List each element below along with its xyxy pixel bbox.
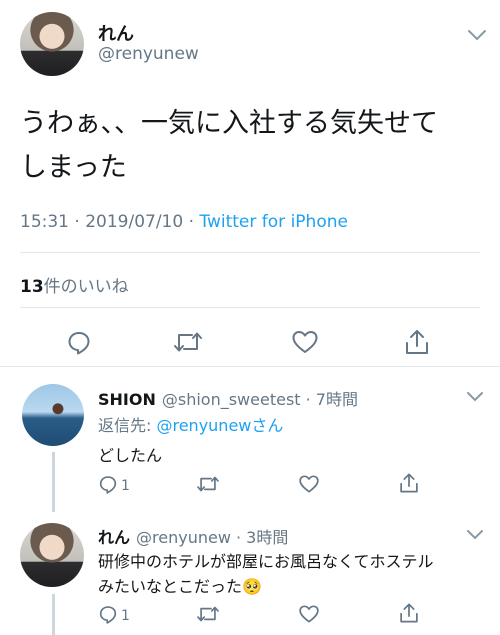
share-button[interactable] (402, 327, 432, 357)
reply-to-handle[interactable]: @renyunew (156, 416, 251, 435)
tweet-text-line: しまった (20, 152, 127, 183)
reply-text-line: みたいなとこだった🥺 (98, 577, 262, 596)
reply-icon (98, 474, 118, 498)
reply-to-suffix: さん (251, 416, 284, 435)
share-icon (398, 602, 420, 628)
reply-text-line: 研修中のホテルが部屋にお風呂なくてホステル (98, 552, 434, 571)
reply-header[interactable]: SHION @shion_sweetest · 7時間 (98, 386, 358, 410)
retweet-icon (196, 604, 220, 628)
share-icon (403, 328, 431, 356)
tweet-text-line: うわぁ、、一気に入社する気失せて (20, 108, 438, 139)
reply-button[interactable]: 1 (98, 604, 130, 628)
share-icon (398, 472, 420, 498)
retweet-button[interactable] (196, 474, 220, 498)
like-button[interactable] (290, 327, 320, 357)
retweet-button[interactable] (173, 327, 203, 357)
chevron-down-icon[interactable] (464, 528, 486, 542)
reply-icon (98, 604, 118, 628)
reply-icon (66, 329, 92, 355)
chevron-down-icon[interactable] (466, 28, 488, 42)
share-button[interactable] (398, 472, 420, 498)
divider (20, 307, 480, 308)
avatar[interactable] (20, 12, 84, 76)
avatar[interactable] (22, 384, 84, 446)
thread-line (52, 452, 55, 512)
reply-header[interactable]: れん @renyunew · 3時間 (98, 524, 288, 548)
avatar[interactable] (20, 523, 84, 587)
reply-to-line: 返信先: @renyunewさん (98, 412, 283, 436)
chevron-down-icon[interactable] (464, 390, 486, 404)
like-button[interactable] (298, 474, 320, 498)
share-button[interactable] (398, 602, 420, 628)
reply-count: 1 (121, 608, 130, 624)
likes-label: 件のいいね (43, 277, 129, 297)
display-name[interactable]: れん (98, 20, 134, 46)
reply-button[interactable]: 1 (98, 474, 130, 498)
retweet-icon (196, 474, 220, 498)
like-button[interactable] (298, 604, 320, 628)
reply-to-prefix: 返信先: (98, 416, 157, 435)
tweet-timestamp: 15:31 · 2019/07/10 · (20, 212, 200, 232)
reply-button[interactable] (64, 327, 94, 357)
like-icon (298, 474, 320, 498)
user-handle[interactable]: @renyunew (98, 44, 199, 64)
retweet-icon (173, 329, 203, 355)
reply-text: どしたん (98, 446, 163, 465)
divider (20, 252, 480, 253)
tweet-source-link[interactable]: Twitter for iPhone (199, 212, 348, 232)
reply-handle-time: @shion_sweetest · 7時間 (161, 390, 358, 409)
tweet-text: うわぁ、、一気に入社する気失せて しまった (20, 102, 480, 190)
reply-count: 1 (121, 478, 130, 494)
like-icon (291, 329, 319, 355)
likes-count[interactable]: 13件のいいね (20, 272, 129, 297)
retweet-button[interactable] (196, 604, 220, 628)
like-icon (298, 604, 320, 628)
thread-line (52, 594, 55, 635)
reply-display-name: れん (98, 528, 131, 547)
reply-display-name: SHION (98, 390, 156, 409)
likes-number: 13 (20, 277, 44, 297)
divider (0, 366, 500, 367)
reply-handle-time: @renyunew · 3時間 (136, 528, 289, 547)
tweet-meta: 15:31 · 2019/07/10 · Twitter for iPhone (20, 212, 348, 232)
